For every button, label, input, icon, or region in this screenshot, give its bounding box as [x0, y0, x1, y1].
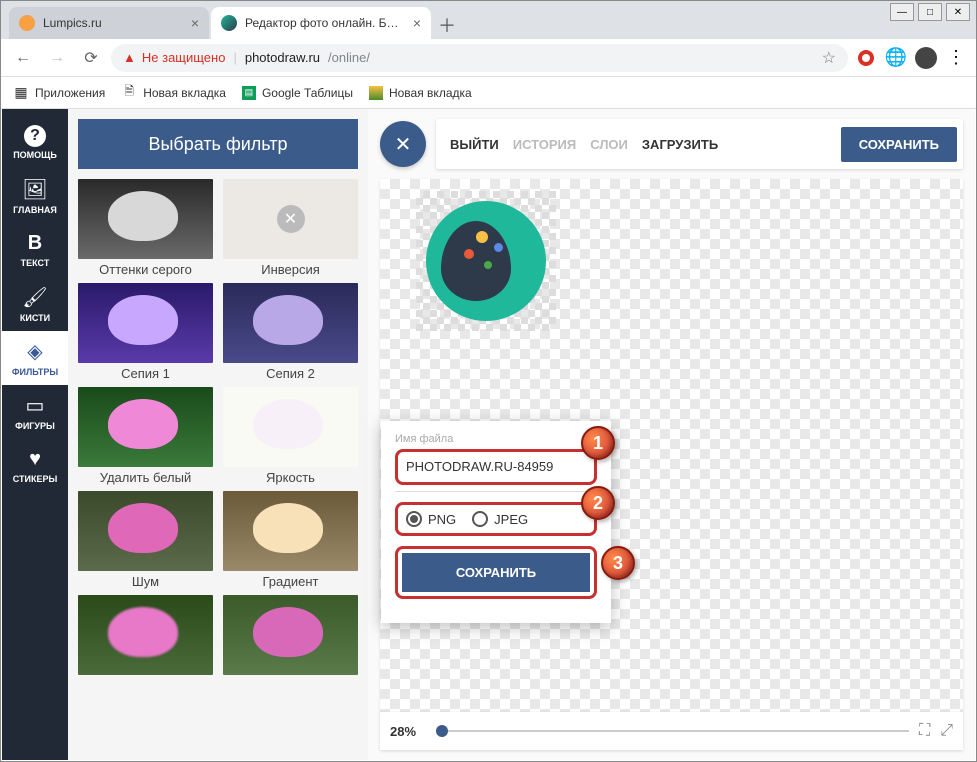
sidebar-item-stickers[interactable]: ♥СТИКЕРЫ: [2, 439, 68, 493]
save-popup: Имя файла PNG JPEG СОХРАНИТЬ: [381, 421, 611, 623]
highlight-filename: [395, 449, 597, 485]
url-path: /online/: [328, 50, 370, 65]
sheets-icon: ▤: [242, 86, 256, 100]
sidebar-item-filters[interactable]: ◈ФИЛЬТРЫ: [2, 331, 68, 385]
sidebar: ?ПОМОЩЬ 🖼ГЛАВНАЯ BТЕКСТ 🖌КИСТИ ◈ФИЛЬТРЫ …: [2, 109, 68, 760]
close-icon[interactable]: ×: [191, 15, 199, 31]
sidebar-item-brushes[interactable]: 🖌КИСТИ: [2, 277, 68, 331]
palette-graphic: [426, 201, 546, 321]
panel-title: Выбрать фильтр: [78, 119, 358, 169]
radio-icon: [472, 511, 488, 527]
doc-icon: 🗎: [121, 85, 137, 101]
expand-icon[interactable]: ⤢: [940, 722, 953, 740]
filter-inversion[interactable]: ✕Инверсия: [223, 179, 358, 277]
annotation-marker-2: 2: [581, 486, 615, 520]
bookmark-newtab-2[interactable]: Новая вкладка: [369, 86, 472, 100]
heart-icon: ♥: [29, 448, 41, 471]
highlight-format: PNG JPEG: [395, 502, 597, 536]
pic-icon: [369, 86, 383, 100]
filters-panel: Выбрать фильтр Оттенки серого ✕Инверсия …: [68, 109, 368, 760]
annotation-marker-3: 3: [601, 546, 635, 580]
close-panel-button[interactable]: ✕: [380, 121, 426, 167]
help-icon: ?: [24, 125, 46, 147]
bookmarks-bar: ▦Приложения 🗎Новая вкладка ▤Google Табли…: [1, 77, 976, 109]
bookmark-apps[interactable]: ▦Приложения: [13, 85, 105, 101]
filter-brightness[interactable]: Яркость: [223, 387, 358, 485]
toolbar-upload[interactable]: ЗАГРУЗИТЬ: [642, 137, 718, 152]
filter-remove-white[interactable]: Удалить белый: [78, 387, 213, 485]
tab-title: Lumpics.ru: [43, 16, 183, 30]
zoom-slider[interactable]: [436, 730, 909, 732]
toolbar-history[interactable]: ИСТОРИЯ: [513, 137, 577, 152]
popup-save-button[interactable]: СОХРАНИТЬ: [402, 553, 590, 592]
filename-label: Имя файла: [395, 433, 597, 445]
canvas-image[interactable]: [416, 191, 556, 331]
sidebar-item-text[interactable]: BТЕКСТ: [2, 223, 68, 277]
star-icon[interactable]: ☆: [822, 48, 836, 68]
url-host: photodraw.ru: [245, 50, 320, 65]
back-button[interactable]: ←: [9, 44, 37, 72]
globe-icon[interactable]: 🌐: [884, 46, 908, 70]
top-toolbar: ✕ ВЫЙТИ ИСТОРИЯ СЛОИ ЗАГРУЗИТЬ СОХРАНИТЬ: [380, 119, 963, 169]
tab-title: Редактор фото онлайн. Бесплат: [245, 16, 405, 30]
sidebar-item-shapes[interactable]: ▭ФИГУРЫ: [2, 385, 68, 439]
tab-strip: Lumpics.ru × Редактор фото онлайн. Беспл…: [1, 1, 976, 39]
sidebar-item-main[interactable]: 🖼ГЛАВНАЯ: [2, 169, 68, 223]
remove-icon: ✕: [277, 205, 305, 233]
forward-button[interactable]: →: [43, 44, 71, 72]
filter-extra-2[interactable]: [223, 595, 358, 675]
reload-button[interactable]: ⟳: [77, 44, 105, 72]
profile-avatar[interactable]: [914, 46, 938, 70]
sidebar-item-help[interactable]: ?ПОМОЩЬ: [2, 115, 68, 169]
zoom-bar: 28% ⛶ ⤢: [380, 712, 963, 750]
filter-gradient[interactable]: Градиент: [223, 491, 358, 589]
menu-icon[interactable]: ⋮: [944, 46, 968, 70]
fullscreen-icon[interactable]: ⛶: [919, 722, 930, 740]
filter-grayscale[interactable]: Оттенки серого: [78, 179, 213, 277]
zoom-value: 28%: [390, 724, 426, 739]
filter-extra-1[interactable]: [78, 595, 213, 675]
brush-icon: 🖌: [22, 285, 47, 310]
filename-input[interactable]: [406, 459, 586, 474]
bookmark-sheets[interactable]: ▤Google Таблицы: [242, 86, 353, 100]
window-close-button[interactable]: ✕: [946, 3, 970, 21]
window-maximize-button[interactable]: □: [918, 3, 942, 21]
filter-noise[interactable]: Шум: [78, 491, 213, 589]
window-minimize-button[interactable]: —: [890, 3, 914, 21]
new-tab-button[interactable]: ＋: [433, 11, 461, 39]
shape-icon: ▭: [26, 393, 45, 418]
url-field[interactable]: ▲ Не защищено | photodraw.ru/online/ ☆: [111, 44, 848, 72]
toolbar-exit[interactable]: ВЫЙТИ: [450, 137, 499, 152]
filter-icon: ◈: [27, 339, 42, 364]
bookmark-newtab-1[interactable]: 🗎Новая вкладка: [121, 85, 226, 101]
filter-sepia-1[interactable]: Сепия 1: [78, 283, 213, 381]
annotation-marker-1: 1: [581, 426, 615, 460]
highlight-save: СОХРАНИТЬ: [395, 546, 597, 599]
tab-favicon: [19, 15, 35, 31]
filter-sepia-2[interactable]: Сепия 2: [223, 283, 358, 381]
text-icon: B: [28, 232, 42, 255]
warning-icon: ▲: [123, 50, 136, 65]
tab-favicon: [221, 15, 237, 31]
toolbar-layers[interactable]: СЛОИ: [590, 137, 628, 152]
toolbar-save-button[interactable]: СОХРАНИТЬ: [841, 127, 957, 162]
close-icon[interactable]: ×: [413, 15, 421, 31]
apps-icon: ▦: [13, 85, 29, 101]
security-warning: ▲ Не защищено: [123, 50, 225, 65]
zoom-handle[interactable]: [436, 725, 448, 737]
image-icon: 🖼: [22, 177, 47, 202]
browser-tab-lumpics[interactable]: Lumpics.ru ×: [9, 7, 209, 39]
format-jpeg-radio[interactable]: JPEG: [472, 511, 528, 527]
address-bar: ← → ⟳ ▲ Не защищено | photodraw.ru/onlin…: [1, 39, 976, 77]
close-icon: ✕: [395, 132, 412, 157]
extension-icon[interactable]: [854, 46, 878, 70]
format-png-radio[interactable]: PNG: [406, 511, 456, 527]
radio-icon: [406, 511, 422, 527]
browser-tab-photodraw[interactable]: Редактор фото онлайн. Бесплат ×: [211, 7, 431, 39]
